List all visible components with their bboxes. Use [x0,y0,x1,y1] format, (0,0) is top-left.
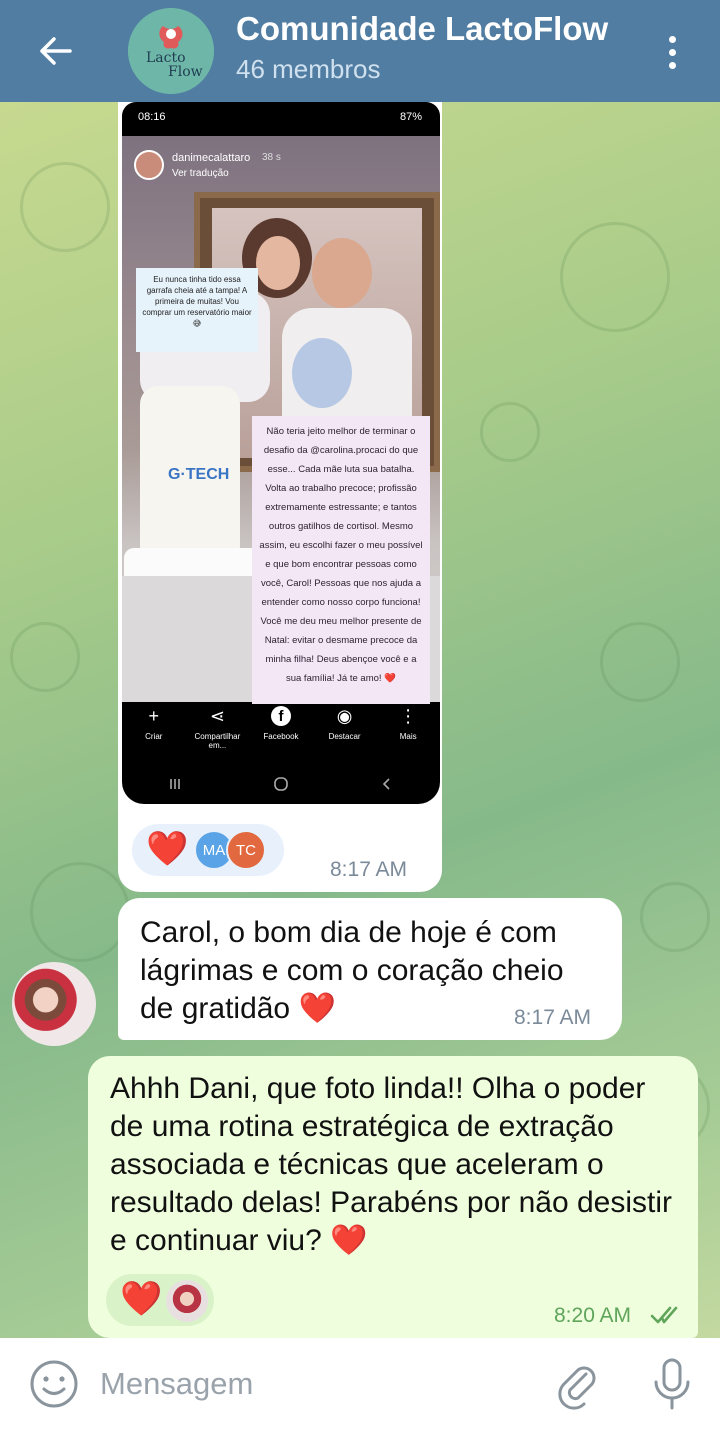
double-check-icon [650,1306,678,1324]
story-action-bar: + Criar ⋖ Compartilhar em... f Facebook … [122,702,440,758]
story-action-label: Compartilhar em... [194,732,241,750]
chat-header: Lacto Flow Comunidade LactoFlow 46 membr… [0,0,720,102]
emoji-button[interactable] [28,1358,80,1410]
group-title[interactable]: Comunidade LactoFlow [236,10,608,48]
baby-figure [292,338,352,408]
phone-status-bar: 08:16 87% [122,102,440,136]
story-username: danimecalattaro [172,152,251,164]
message-time: 8:17 AM [514,1006,592,1029]
story-action-label: Mais [399,732,417,741]
see-translation: Ver tradução [172,168,229,179]
voice-message-button[interactable] [646,1356,698,1412]
phone-nav-bar [122,764,440,804]
message-time: 8:17 AM [330,858,408,881]
story-time-ago: 38 s [262,152,281,163]
microphone-icon [654,1358,690,1410]
more-options-button[interactable] [652,24,692,80]
incoming-message[interactable]: Carol, o bom dia de hoje é com lágrimas … [118,898,622,1040]
more-dot [668,48,676,56]
story-user-avatar [134,150,164,180]
outgoing-message[interactable]: Ahhh Dani, que foto linda!! Olha o poder… [88,1056,698,1338]
facebook-icon: f [270,706,291,726]
more-vertical-icon: ⋮ [399,705,418,726]
logo-text-flow: Flow [168,64,203,80]
more-dot [668,61,676,69]
reactor-avatar [166,1280,208,1322]
heart-reaction: ❤️ [146,830,189,868]
reaction-pill[interactable]: ❤️ MA TC [132,824,284,876]
status-battery: 87% [399,111,422,123]
story-caption-small: Eu nunca tinha tido essa garrafa cheia a… [136,268,258,352]
story-caption-large: Não teria jeito melhor de terminar o des… [252,416,430,704]
story-photo: G·TECH danimecalattaro 38 s Ver tradução… [122,136,440,704]
father-face [312,238,372,308]
plus-icon: + [148,705,160,726]
story-action-label: Facebook [263,732,299,741]
bottle-brand: G·TECH [168,466,230,483]
message-text: Ahhh Dani, que foto linda!! Olha o poder… [110,1072,673,1257]
message-time: 8:20 AM [554,1304,632,1327]
story-action-label: Criar [145,732,163,741]
mother-face [256,236,300,290]
story-action-highlight: ◉ Destacar [315,702,375,758]
heart-reaction: ❤️ [120,1280,163,1318]
reactor-avatar-tc: TC [226,830,266,870]
message-input[interactable] [100,1358,520,1410]
highlight-icon: ◉ [336,705,353,726]
arrow-left-icon [40,37,72,65]
back-button[interactable] [26,22,84,80]
photo-message[interactable]: 08:16 87% G·TECH danimecalattaro 38 s Ve… [118,102,442,892]
home-icon [274,777,288,791]
member-count: 46 membros [236,54,381,84]
attach-button[interactable] [552,1358,604,1410]
story-action-label: Destacar [328,732,361,741]
milk-bottle: G·TECH [140,386,240,556]
story-action-create: + Criar [124,702,184,758]
message-input-bar [0,1338,720,1432]
sender-avatar[interactable] [12,962,96,1046]
story-action-more: ⋮ Mais [378,702,438,758]
paperclip-icon [558,1366,596,1410]
story-action-facebook: f Facebook [251,702,311,758]
story-screenshot[interactable]: 08:16 87% G·TECH danimecalattaro 38 s Ve… [122,102,440,804]
back-nav-icon [383,778,390,790]
share-icon: ⋖ [209,705,225,726]
story-action-share: ⋖ Compartilhar em... [187,702,247,758]
status-time: 08:16 [138,111,166,123]
recents-icon [169,779,180,789]
more-vertical-icon [668,35,676,43]
reaction-pill[interactable]: ❤️ [106,1274,214,1326]
smiley-icon [30,1360,78,1408]
group-avatar[interactable]: Lacto Flow [128,8,214,94]
